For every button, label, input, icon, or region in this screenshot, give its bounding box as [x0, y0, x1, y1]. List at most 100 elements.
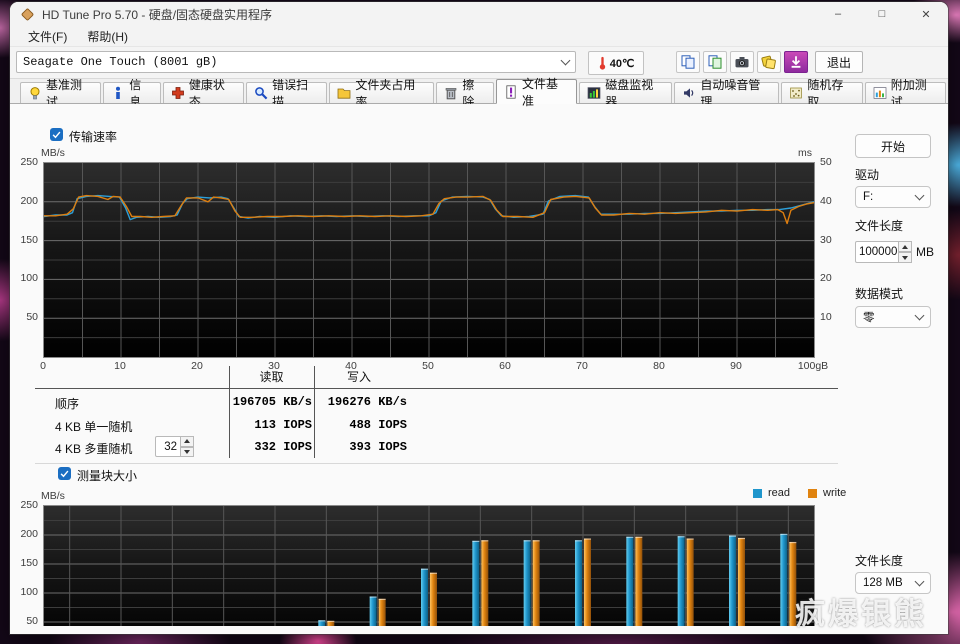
temperature-value: 40℃ [610, 57, 635, 70]
tab-health-cross[interactable]: 健康状态 [163, 82, 244, 103]
menu-help[interactable]: 帮助(H) [77, 26, 138, 47]
tick-label: 10 [100, 360, 140, 372]
tick-label: 150 [10, 234, 38, 246]
tab-error-scan[interactable]: 错误扫描 [246, 82, 327, 103]
copy-report-icon [707, 54, 723, 70]
tick-label: 80 [639, 360, 679, 372]
spin-down-button[interactable] [181, 447, 194, 458]
block-size-checkbox[interactable] [58, 467, 71, 480]
tick-label: 20 [820, 272, 844, 284]
bar-highlight [421, 569, 428, 570]
queue-depth-spinner[interactable]: 32 [155, 436, 194, 457]
tick-label: 50 [10, 311, 38, 323]
file-length-spinner[interactable]: 100000 [855, 241, 912, 263]
exit-button[interactable]: 退出 [815, 51, 863, 73]
tab-info[interactable]: 信息 [103, 82, 161, 103]
minimize-button[interactable]: – [816, 2, 860, 26]
transfer-rate-chart [43, 162, 815, 358]
bar-read [678, 536, 685, 626]
drive-select-value: Seagate One Touch (8001 gB) [23, 55, 217, 69]
row-label: 顺序 [55, 395, 79, 412]
drive-dropdown[interactable]: F: [855, 186, 931, 208]
disk-stack-button[interactable] [757, 51, 781, 73]
write-value: 393 IOPS [318, 440, 407, 454]
bar-write [481, 540, 488, 626]
read-value: 196705 KB/s [212, 395, 312, 409]
copy-report-button[interactable] [703, 51, 727, 73]
file-length-value[interactable]: 100000 [855, 241, 899, 263]
start-button[interactable]: 开始 [855, 134, 931, 158]
bar-write [635, 537, 642, 626]
desktop-background: HD Tune Pro 5.70 - 硬盘/固态硬盘实用程序 – □ ✕ 文件(… [0, 0, 960, 644]
tick-label: 70 [562, 360, 602, 372]
tick-label: 50 [820, 156, 844, 168]
bar-highlight [687, 538, 694, 539]
tab-random-access[interactable]: 随机存取 [781, 82, 862, 103]
bar-write [687, 538, 694, 626]
window-title: HD Tune Pro 5.70 - 硬盘/固态硬盘实用程序 [42, 6, 272, 23]
tick-label: 250 [10, 499, 38, 511]
disk-monitor-icon [587, 86, 601, 100]
tick-label: 0 [23, 360, 63, 372]
spin-up-button[interactable] [899, 241, 912, 252]
tick-label: 50 [408, 360, 448, 372]
toolbar-icon-buttons [676, 51, 808, 73]
tick-label: 20 [177, 360, 217, 372]
transfer-rate-checkbox[interactable] [50, 128, 63, 141]
temperature-button[interactable]: 40℃ [588, 51, 644, 75]
tab-file-benchmark[interactable]: 文件基准 [496, 79, 577, 104]
bar-highlight [780, 534, 787, 535]
menu-file[interactable]: 文件(F) [18, 26, 77, 47]
check-icon [59, 468, 70, 479]
queue-depth-value[interactable]: 32 [155, 436, 181, 457]
tab-extra-tests[interactable]: 附加测试 [865, 82, 946, 103]
bar-highlight [430, 573, 437, 574]
spin-up-button[interactable] [181, 436, 194, 447]
tick-label: 60 [485, 360, 525, 372]
bar-highlight [481, 540, 488, 541]
bar-highlight [626, 537, 633, 538]
app-window: HD Tune Pro 5.70 - 硬盘/固态硬盘实用程序 – □ ✕ 文件(… [10, 2, 948, 634]
copy-button[interactable] [676, 51, 700, 73]
bar-read [370, 596, 377, 626]
camera-button[interactable] [730, 51, 754, 73]
close-button[interactable]: ✕ [904, 2, 948, 26]
titlebar: HD Tune Pro 5.70 - 硬盘/固态硬盘实用程序 – □ ✕ [10, 2, 948, 26]
tab-aam-speaker[interactable]: 自动噪音管理 [674, 82, 779, 103]
error-scan-icon [254, 86, 268, 100]
data-mode-dropdown[interactable]: 零 [855, 306, 931, 328]
tab-disk-monitor[interactable]: 磁盘监视器 [579, 82, 672, 103]
bar-highlight [370, 596, 377, 597]
camera-icon [734, 54, 750, 70]
bar-highlight [678, 536, 685, 537]
tick-label: 30 [820, 234, 844, 246]
tick-label: 50 [10, 615, 38, 626]
tab-erase-trash[interactable]: 擦除 [436, 82, 494, 103]
tick-label: 10 [820, 311, 844, 323]
transfer-rate-checkbox-label: 传输速率 [69, 128, 117, 145]
tick-label: 100gB [793, 360, 833, 372]
bar-highlight [379, 599, 386, 600]
col-header-read: 读取 [229, 368, 314, 385]
chevron-down-icon [915, 311, 925, 321]
tab-folder-usage[interactable]: 文件夹占用率 [329, 82, 434, 103]
download-button[interactable] [784, 51, 808, 73]
bar-read [575, 540, 582, 626]
bar-highlight [584, 538, 591, 539]
spin-down-button[interactable] [899, 252, 912, 263]
chevron-down-icon [915, 191, 925, 201]
tick-label: 200 [10, 195, 38, 207]
drive-select[interactable]: Seagate One Touch (8001 gB) [16, 51, 576, 73]
folder-usage-icon [337, 86, 351, 100]
maximize-button[interactable]: □ [860, 2, 904, 26]
tab-benchmark-bulb[interactable]: 基准测试 [20, 82, 101, 103]
chevron-down-icon [915, 577, 925, 587]
block-file-length-value: 128 MB [863, 577, 903, 589]
file-benchmark-icon [504, 85, 518, 99]
y-axis-unit: MB/s [41, 490, 65, 502]
bar-highlight [729, 536, 736, 537]
bar-highlight [635, 537, 642, 538]
drive-dropdown-value: F: [863, 191, 873, 203]
erase-trash-icon [444, 86, 458, 100]
block-file-length-label: 文件长度 [855, 552, 903, 569]
